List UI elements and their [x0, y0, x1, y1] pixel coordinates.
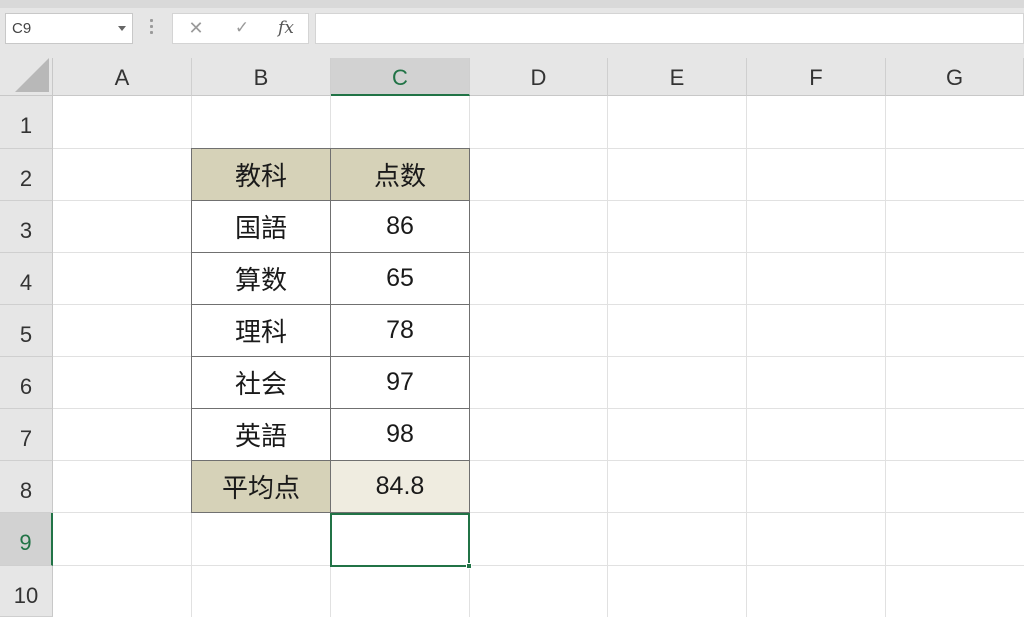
column-header-a[interactable]: A — [53, 58, 192, 96]
row-header-3[interactable]: 3 — [0, 201, 53, 253]
fill-handle[interactable] — [466, 563, 472, 569]
column-header-e[interactable]: E — [608, 58, 747, 96]
row-header-2[interactable]: 2 — [0, 149, 53, 201]
more-options-icon[interactable] — [147, 16, 155, 40]
table-header-score[interactable]: 点数 — [330, 148, 470, 201]
subject-cell[interactable]: 英語 — [191, 408, 331, 461]
select-all-triangle-icon — [15, 58, 49, 92]
score-cell[interactable]: 97 — [330, 356, 470, 409]
name-box-value: C9 — [12, 20, 32, 37]
score-cell[interactable]: 86 — [330, 200, 470, 253]
row-header-10[interactable]: 10 — [0, 566, 53, 617]
column-header-d[interactable]: D — [470, 58, 608, 96]
column-header-g[interactable]: G — [886, 58, 1024, 96]
cancel-icon[interactable]: ✕ — [181, 16, 211, 41]
average-value-cell[interactable]: 84.8 — [330, 460, 470, 513]
check-icon[interactable]: ✓ — [227, 16, 257, 41]
insert-function-button[interactable]: fx — [271, 16, 301, 41]
row-header-4[interactable]: 4 — [0, 253, 53, 305]
gridline — [53, 565, 1024, 566]
chevron-down-icon[interactable] — [118, 26, 126, 31]
score-cell[interactable]: 65 — [330, 252, 470, 305]
table-header-subject[interactable]: 教科 — [191, 148, 331, 201]
row-header-5[interactable]: 5 — [0, 305, 53, 357]
average-label-cell[interactable]: 平均点 — [191, 460, 331, 513]
subject-cell[interactable]: 理科 — [191, 304, 331, 357]
ribbon-edge — [0, 0, 1024, 8]
column-header-c[interactable]: C — [331, 58, 470, 96]
score-cell[interactable]: 78 — [330, 304, 470, 357]
subject-cell[interactable]: 算数 — [191, 252, 331, 305]
select-all-button[interactable] — [0, 58, 53, 96]
formula-buttons: ✕ ✓ fx — [172, 13, 309, 44]
row-header-9[interactable]: 9 — [0, 513, 53, 566]
subject-cell[interactable]: 社会 — [191, 356, 331, 409]
row-header-1[interactable]: 1 — [0, 96, 53, 149]
row-header-6[interactable]: 6 — [0, 357, 53, 409]
active-cell-c9[interactable] — [330, 513, 470, 567]
formula-input[interactable] — [315, 13, 1024, 44]
column-header-b[interactable]: B — [192, 58, 331, 96]
score-cell[interactable]: 98 — [330, 408, 470, 461]
name-box[interactable]: C9 — [5, 13, 133, 44]
row-header-8[interactable]: 8 — [0, 461, 53, 513]
formula-bar-area: C9 ✕ ✓ fx — [0, 0, 1024, 58]
row-header-7[interactable]: 7 — [0, 409, 53, 461]
subject-cell[interactable]: 国語 — [191, 200, 331, 253]
column-header-f[interactable]: F — [747, 58, 886, 96]
